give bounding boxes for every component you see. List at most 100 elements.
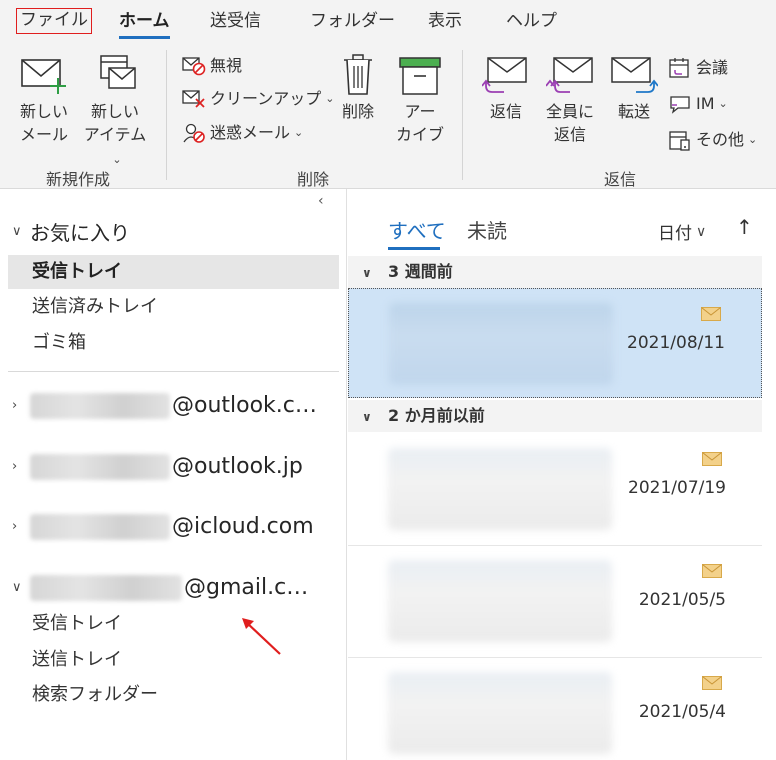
ignore-button[interactable]: 無視	[182, 54, 242, 78]
mail-list-pane: すべて 未読 日付 ∨ ↑ ∨ 3 週間前 2021/08/11 ∨ 2 か月前以前…	[348, 189, 776, 760]
forward-label: 転送	[617, 102, 650, 121]
tab-help[interactable]: ヘルプ	[506, 8, 557, 34]
sort-by-date[interactable]: 日付 ∨	[658, 219, 707, 245]
new-items-button[interactable]: 新しい アイテム ⌄	[78, 54, 152, 171]
chevron-down-icon: ∨	[12, 224, 22, 239]
envelope-icon	[702, 452, 722, 466]
active-filter-indicator	[388, 247, 440, 250]
meeting-label: 会議	[696, 58, 729, 77]
chevron-right-icon: ›	[12, 519, 18, 534]
new-items-label-2: アイテム	[83, 125, 147, 144]
new-email-button[interactable]: 新しい メール	[18, 54, 70, 146]
envelope-icon	[701, 307, 721, 321]
cleanup-button[interactable]: クリーンアップ ⌄	[182, 87, 334, 111]
mail-group-header[interactable]: ∨ 2 か月前以前	[348, 400, 762, 432]
more-calendar-icon	[669, 131, 690, 151]
chevron-right-icon: ›	[12, 398, 18, 413]
blurred-preview	[389, 303, 613, 385]
ribbon-divider	[166, 50, 167, 180]
mail-group-label: 3 週間前	[388, 262, 453, 281]
junk-label: 迷惑メール	[210, 123, 291, 142]
group-label-new: 新規作成	[46, 170, 111, 189]
active-tab-indicator	[119, 36, 170, 39]
account-outlook-com[interactable]: › @outlook.c…	[12, 386, 332, 426]
account-outlook-jp[interactable]: › @outlook.jp	[12, 447, 332, 487]
gmail-folder-inbox[interactable]: 受信トレイ	[32, 609, 122, 639]
folder-sent[interactable]: 送信済みトレイ	[8, 290, 339, 324]
tab-view[interactable]: 表示	[428, 8, 462, 34]
sort-direction-icon[interactable]: ↑	[736, 215, 753, 239]
favorites-header[interactable]: ∨ お気に入り	[12, 217, 130, 246]
im-chat-icon	[670, 96, 690, 114]
meeting-button[interactable]: 会議	[668, 56, 728, 80]
blurred-preview	[388, 448, 612, 530]
forward-button[interactable]: 転送	[608, 54, 660, 123]
group-label-respond: 返信	[604, 170, 637, 189]
new-email-label-1: 新しい	[19, 102, 68, 121]
cleanup-label: クリーンアップ	[210, 89, 322, 108]
blurred-address	[30, 393, 170, 419]
reply-all-label-1: 全員に	[545, 102, 594, 121]
reply-label: 返信	[489, 102, 522, 121]
folder-inbox[interactable]: 受信トレイ	[8, 255, 339, 289]
ribbon: 新しい メール 新しい アイテム⌄ 新規作成 無視 クリーンアップ ⌄ 迷惑メー…	[0, 42, 776, 189]
chevron-down-icon: ∨	[696, 223, 707, 240]
gmail-folder-sent[interactable]: 送信トレイ	[32, 645, 122, 675]
group-label-delete: 削除	[297, 170, 330, 189]
mail-item[interactable]: 2021/05/4	[348, 658, 762, 760]
collapse-pane-icon[interactable]: ‹	[318, 193, 324, 209]
im-label: IM	[696, 94, 715, 113]
ignore-icon	[182, 57, 206, 76]
cleanup-icon	[182, 90, 205, 108]
account-domain: @outlook.jp	[172, 454, 303, 479]
mail-item[interactable]: 2021/05/5	[348, 546, 762, 658]
chevron-right-icon: ›	[12, 459, 18, 474]
tab-home[interactable]: ホーム	[119, 8, 170, 34]
archive-label-1: アー	[404, 102, 436, 121]
new-email-label-2: メール	[19, 125, 68, 144]
chevron-down-icon: ⌄	[748, 133, 758, 146]
junk-button[interactable]: 迷惑メール ⌄	[182, 121, 303, 145]
folder-trash[interactable]: ゴミ箱	[8, 326, 339, 360]
delete-button[interactable]: 削除	[334, 54, 382, 123]
annotation-arrow-icon	[242, 618, 281, 655]
new-items-icon	[100, 55, 136, 89]
mail-date: 2021/07/19	[628, 478, 726, 498]
tab-all[interactable]: すべて	[388, 215, 446, 244]
tab-unread[interactable]: 未読	[467, 215, 507, 244]
trash-icon	[344, 54, 372, 95]
delete-label: 削除	[341, 102, 374, 121]
chevron-down-icon: ∨	[362, 266, 372, 280]
archive-label-2: カイブ	[395, 125, 444, 144]
sort-label: 日付	[658, 224, 692, 244]
account-domain: @gmail.c…	[184, 575, 309, 600]
account-icloud[interactable]: › @icloud.com	[12, 507, 332, 547]
mail-item[interactable]: 2021/07/19	[348, 434, 762, 546]
tab-file[interactable]: ファイル	[16, 8, 92, 34]
tab-send-receive[interactable]: 送受信	[210, 8, 261, 34]
mail-item[interactable]: 2021/08/11	[348, 288, 762, 398]
mail-date: 2021/05/5	[638, 590, 726, 610]
new-email-icon	[21, 59, 66, 94]
archive-icon	[399, 57, 441, 95]
mail-group-header[interactable]: ∨ 3 週間前	[348, 256, 762, 288]
reply-all-button[interactable]: 全員に 返信	[542, 54, 598, 146]
meeting-calendar-icon	[669, 58, 689, 78]
mail-date: 2021/05/4	[638, 702, 726, 722]
favorites-label: お気に入り	[30, 221, 130, 245]
mail-group-label: 2 か月前以前	[388, 406, 485, 425]
new-items-label-1: 新しい	[90, 102, 139, 121]
im-button[interactable]: IM ⌄	[668, 92, 728, 116]
account-gmail[interactable]: ∨ @gmail.c…	[12, 568, 332, 608]
tab-folder[interactable]: フォルダー	[310, 8, 395, 34]
archive-button[interactable]: アー カイブ	[394, 54, 446, 146]
blurred-preview	[388, 560, 612, 642]
forward-icon	[611, 57, 658, 93]
folder-pane: ‹ ∨ お気に入り 受信トレイ 送信済みトレイ ゴミ箱 › @outlook.c…	[0, 189, 347, 760]
more-label: その他	[696, 130, 745, 149]
more-button[interactable]: その他 ⌄	[668, 128, 757, 152]
reply-all-label-2: 返信	[553, 125, 586, 144]
reply-button[interactable]: 返信	[480, 54, 532, 123]
gmail-folder-search[interactable]: 検索フォルダー	[32, 680, 158, 710]
ribbon-divider	[462, 50, 463, 180]
